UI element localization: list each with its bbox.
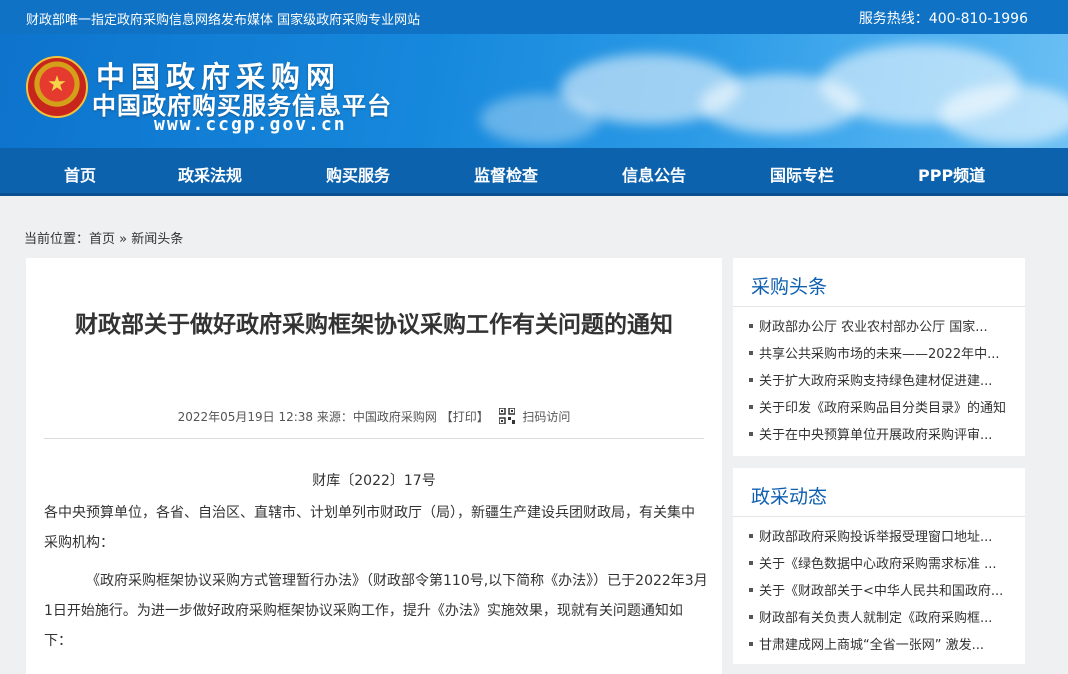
list-item[interactable]: 甘肃建成网上商城“全省一张网” 激发... (749, 632, 1019, 659)
bullet-icon (749, 642, 753, 646)
nav-supervision[interactable]: 监督检查 (474, 162, 538, 186)
headlines-list: 财政部办公厅 农业农村部办公厅 国家... 共享公共采购市场的未来——2022年… (749, 314, 1019, 449)
news-list: 财政部政府采购投诉举报受理窗口地址... 关于《绿色数据中心政府采购需求标准 .… (749, 524, 1019, 659)
site-url: www.ccgp.gov.cn (154, 114, 347, 135)
bullet-icon (749, 432, 753, 436)
list-item[interactable]: 财政部办公厅 农业农村部办公厅 国家... (749, 314, 1019, 341)
bullet-icon (749, 561, 753, 565)
list-item[interactable]: 财政部政府采购投诉举报受理窗口地址... (749, 524, 1019, 551)
breadcrumb-prefix: 当前位置： (24, 232, 90, 247)
breadcrumb-separator: » (119, 232, 128, 247)
list-item[interactable]: 关于在中央预算单位开展政府采购评审... (749, 422, 1019, 449)
bullet-icon (749, 405, 753, 409)
article-panel: 财政部关于做好政府采购框架协议采购工作有关问题的通知 2022年05月19日 1… (26, 258, 722, 674)
sidebar-divider (733, 516, 1025, 517)
list-item[interactable]: 财政部有关负责人就制定《政府采购框... (749, 605, 1019, 632)
top-info-bar: 财政部唯一指定政府采购信息网络发布媒体 国家级政府采购专业网站 服务热线：400… (0, 0, 1068, 34)
sidebar-procurement-headlines: 采购头条 财政部办公厅 农业农村部办公厅 国家... 共享公共采购市场的未来——… (733, 258, 1025, 456)
breadcrumb: 当前位置：首页 » 新闻头条 (24, 228, 183, 247)
nav-home[interactable]: 首页 (64, 162, 96, 186)
document-number: 财库〔2022〕17号 (312, 473, 436, 489)
scan-visit-link[interactable]: 扫码访问 (522, 410, 570, 424)
nav-ppp[interactable]: PPP频道 (918, 162, 985, 186)
list-item[interactable]: 关于扩大政府采购支持绿色建材促进建... (749, 368, 1019, 395)
sidebar-divider (733, 306, 1025, 307)
breadcrumb-current[interactable]: 新闻头条 (131, 232, 183, 247)
bullet-icon (749, 378, 753, 382)
national-emblem-logo[interactable]: ★ (26, 56, 88, 118)
bullet-icon (749, 351, 753, 355)
nav-announcements[interactable]: 信息公告 (622, 162, 686, 186)
service-hotline: 服务热线：400-810-1996 (858, 11, 1028, 27)
article-date: 2022年05月19日 12:38 (177, 410, 314, 424)
nav-international[interactable]: 国际专栏 (770, 162, 834, 186)
list-item[interactable]: 关于《绿色数据中心政府采购需求标准 ... (749, 551, 1019, 578)
bullet-icon (749, 324, 753, 328)
print-link[interactable]: 【打印】 (441, 410, 489, 424)
breadcrumb-home[interactable]: 首页 (89, 232, 115, 247)
article-paragraph-body: 《政府采购框架协议采购方式管理暂行办法》（财政部令第110号,以下简称《办法》）… (44, 573, 708, 649)
sidebar-title-headlines[interactable]: 采购头条 (751, 272, 827, 299)
qr-code-icon[interactable] (498, 408, 515, 424)
article-meta: 2022年05月19日 12:38 来源：中国政府采购网 【打印】 扫码访问 (26, 408, 722, 425)
article-divider (44, 438, 704, 439)
bullet-icon (749, 615, 753, 619)
list-item[interactable]: 共享公共采购市场的未来——2022年中... (749, 341, 1019, 368)
main-nav: 首页 政采法规 购买服务 监督检查 信息公告 国际专栏 PPP频道 (0, 148, 1068, 196)
article-title: 财政部关于做好政府采购框架协议采购工作有关问题的通知 (75, 312, 673, 338)
nav-purchase-services[interactable]: 购买服务 (326, 162, 390, 186)
sidebar-title-news[interactable]: 政采动态 (751, 482, 827, 509)
site-slogan: 财政部唯一指定政府采购信息网络发布媒体 国家级政府采购专业网站 (26, 13, 421, 28)
bullet-icon (749, 534, 753, 538)
header-banner: ★ 中国政府采购网 中国政府购买服务信息平台 www.ccgp.gov.cn (0, 34, 1068, 148)
list-item[interactable]: 关于《财政部关于<中华人民共和国政府... (749, 578, 1019, 605)
list-item[interactable]: 关于印发《政府采购品目分类目录》的通知 (749, 395, 1019, 422)
article-paragraph-addressee: 各中央预算单位，各省、自治区、直辖市、计划单列市财政厅（局），新疆生产建设兵团财… (44, 505, 695, 551)
bullet-icon (749, 588, 753, 592)
nav-regulations[interactable]: 政采法规 (178, 162, 242, 186)
sidebar-procurement-news: 政采动态 财政部政府采购投诉举报受理窗口地址... 关于《绿色数据中心政府采购需… (733, 468, 1025, 664)
article-source: 来源：中国政府采购网 (316, 410, 437, 424)
